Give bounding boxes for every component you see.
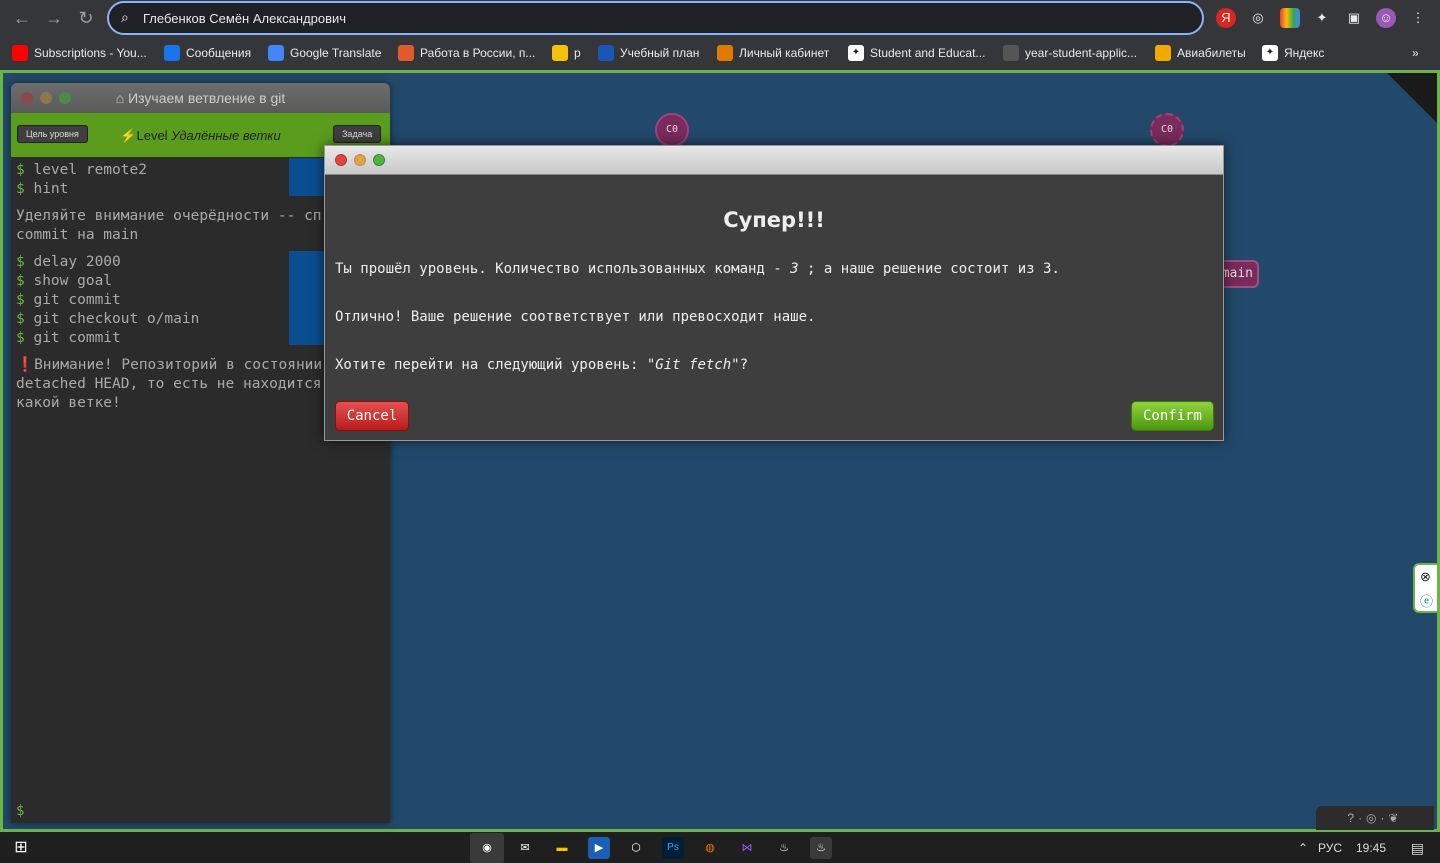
messages-icon [164, 45, 180, 61]
address-bar[interactable]: ⌕ Глебенков Семён Александрович [107, 1, 1204, 35]
steam-taskbar-icon[interactable]: ♨ [773, 837, 795, 859]
bookmark-label: Student and Educat... [870, 46, 986, 60]
work-icon [398, 45, 414, 61]
commit-node-c0-remote[interactable]: C0 [1150, 113, 1184, 147]
side-panel-icon[interactable]: ▣ [1344, 8, 1364, 28]
web-icon [1003, 45, 1019, 61]
bookmark-item[interactable]: year-student-applic... [1003, 44, 1137, 62]
youtube-icon [12, 45, 28, 61]
photoshop-taskbar-icon[interactable]: Ps [662, 837, 684, 859]
bookmark-label: Личный кабинет [739, 46, 830, 60]
close-dot-icon[interactable] [335, 154, 347, 166]
bookmark-label: Яндекс [1284, 46, 1325, 60]
steam-taskbar-icon-2[interactable]: ♨ [810, 837, 832, 859]
bookmark-item[interactable]: Авиабилеты [1155, 44, 1246, 62]
highlight-block [289, 158, 329, 196]
bookmark-item[interactable]: Google Translate [268, 44, 381, 62]
notification-icon[interactable]: ▤ [1411, 833, 1424, 863]
yandex-extension-icon[interactable]: Я [1216, 8, 1236, 28]
bookmark-label: Subscriptions - You... [34, 46, 147, 60]
confirm-button[interactable]: Confirm [1131, 401, 1214, 431]
bookmarks-overflow-icon[interactable]: » [1412, 44, 1419, 62]
address-bar-text: Глебенков Семён Александрович [143, 11, 347, 26]
visual-studio-taskbar-icon[interactable]: ⋈ [736, 837, 758, 859]
level-complete-dialog: Супер!!! Ты прошёл уровень. Количество и… [324, 145, 1224, 441]
minimize-dot-icon[interactable] [354, 154, 366, 166]
reload-icon[interactable]: ↻ [74, 6, 98, 30]
bookmark-label: year-student-applic... [1025, 46, 1138, 60]
level-prefix: Level [136, 128, 168, 143]
bookmark-label: p [574, 46, 581, 60]
home-icon: ⌂ [115, 90, 129, 106]
mail-taskbar-icon[interactable]: ✉ [514, 837, 536, 859]
clock[interactable]: 19:45 [1356, 833, 1386, 863]
avatar[interactable]: ☺ [1376, 8, 1396, 28]
terminal-prompt[interactable]: $ [16, 803, 24, 819]
back-arrow-icon[interactable]: ← [10, 6, 34, 30]
dialog-title: Супер!!! [723, 208, 825, 232]
level-name: Удалённые ветки [171, 128, 281, 143]
warning-icon: ❗ [16, 357, 35, 373]
commit-node-c0[interactable]: C0 [655, 113, 689, 147]
puzzle-icon[interactable]: ✦ [1312, 8, 1332, 28]
maximize-dot-icon[interactable] [373, 154, 385, 166]
extension-icon[interactable]: ◎ [1248, 8, 1268, 28]
close-icon[interactable]: ⊗ [1420, 569, 1431, 585]
translate-icon [268, 45, 284, 61]
bookmark-label: Google Translate [290, 46, 382, 60]
cube-taskbar-icon[interactable]: ⬡ [625, 837, 647, 859]
explorer-taskbar-icon[interactable]: ▬ [551, 837, 573, 859]
taskbar: ⊞ ◉ ✉ ▬ ▶ ⬡ Ps ◍ ⋈ ♨ ♨ ⌃ РУС 19:45 ▤ [0, 833, 1440, 863]
chrome-taskbar-icon[interactable]: ◉ [470, 833, 504, 863]
help-bar[interactable]: ?·◎·❦ [1316, 806, 1434, 830]
edge-icon[interactable]: ⓔ [1420, 591, 1433, 610]
cancel-button[interactable]: Cancel [335, 401, 409, 431]
dialog-praise-text: Отлично! Ваше решение соответствует или … [335, 309, 816, 325]
highlight-block [289, 251, 329, 345]
bookmark-label: Авиабилеты [1177, 46, 1246, 60]
navigation-bar: ← → ↻ ⌕ Глебенков Семён Александрович Я … [0, 0, 1440, 36]
search-icon: ⌕ [121, 9, 129, 25]
cabinet-icon [717, 45, 733, 61]
dialog-next-level-text: Хотите перейти на следующий уровень: "Gi… [335, 357, 749, 373]
chevron-up-icon[interactable]: ⌃ [1298, 833, 1308, 863]
bookmark-item[interactable]: ✦ Яндекс [1262, 44, 1324, 62]
bookmark-item[interactable]: Учебный план [598, 44, 699, 62]
folder-icon [552, 45, 568, 61]
study-icon [598, 45, 614, 61]
bookmark-item[interactable]: Работа в России, п... [398, 44, 535, 62]
bookmark-item[interactable]: Subscriptions - You... [12, 44, 147, 62]
bookmark-label: Учебный план [620, 46, 700, 60]
dialog-result-text: Ты прошёл уровень. Количество использова… [335, 261, 1060, 277]
dialog-titlebar [325, 146, 1223, 175]
bookmark-item[interactable]: p [552, 44, 581, 62]
forward-arrow-icon[interactable]: → [42, 6, 66, 30]
color-extension-icon[interactable] [1280, 8, 1300, 28]
language-indicator[interactable]: РУС [1318, 833, 1342, 863]
student-icon: ✦ [848, 45, 864, 61]
browser-chrome: ← → ↻ ⌕ Глебенков Семён Александрович Я … [0, 0, 1440, 70]
terminal-title: ⌂ Изучаем ветвление в git [11, 90, 390, 106]
blender-taskbar-icon[interactable]: ◍ [699, 837, 721, 859]
bookmark-item[interactable]: Сообщения [164, 44, 251, 62]
task-button[interactable]: Задача [333, 125, 382, 143]
bookmark-item[interactable]: ✦ Student and Educat... [848, 44, 985, 62]
windows-start-icon[interactable]: ⊞ [10, 837, 32, 859]
bookmark-label: Работа в России, п... [420, 46, 536, 60]
bookmark-item[interactable]: Личный кабинет [717, 44, 829, 62]
side-extension-panel[interactable]: ⊗ ⓔ [1413, 563, 1439, 613]
bookmark-label: Сообщения [186, 46, 252, 60]
yandex-icon: ✦ [1262, 45, 1278, 61]
menu-icon[interactable]: ⋮ [1408, 8, 1428, 28]
bookmarks-bar: Subscriptions - You... Сообщения Google Tr… [0, 38, 1440, 68]
plane-icon [1155, 45, 1171, 61]
settings-corner[interactable] [1387, 73, 1437, 123]
terminal-title-text: Изучаем ветвление в git [128, 90, 286, 106]
terminal-titlebar: ⌂ Изучаем ветвление в git [11, 83, 390, 113]
app-taskbar-icon[interactable]: ▶ [588, 837, 610, 859]
